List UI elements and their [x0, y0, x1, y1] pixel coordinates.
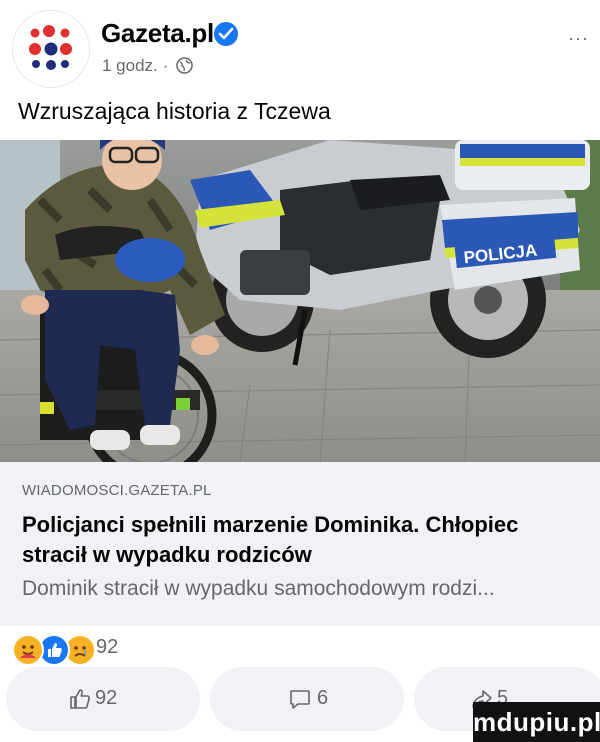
like-button[interactable]: 92 [6, 667, 200, 731]
comment-icon [290, 690, 310, 709]
verified-badge-icon [214, 22, 238, 46]
care-reaction-icon [12, 634, 44, 666]
more-options-icon[interactable]: ··· [568, 28, 589, 49]
post-text: Wzruszająca historia z Tczewa [18, 98, 331, 124]
meta-separator: · [162, 56, 169, 75]
watermark: mdupiu.pl [473, 702, 600, 742]
link-title[interactable]: Policjanci spełnili marzenie Dominika. C… [22, 510, 582, 570]
link-description[interactable]: Dominik stracił w wypadku samochodowym r… [22, 577, 592, 601]
page-name[interactable]: Gazeta.pl [101, 18, 214, 49]
link-domain[interactable]: WIADOMOSCI.GAZETA.PL [22, 482, 212, 499]
post-time[interactable]: 1 godz. [102, 56, 158, 75]
post-header: Gazeta.pl 1 godz. · ··· [0, 0, 600, 90]
post-meta: 1 godz. · [102, 56, 194, 76]
page-avatar[interactable] [12, 10, 90, 88]
globe-icon [176, 57, 194, 74]
post-photo[interactable]: POLICJA [0, 140, 600, 462]
gazeta-logo-icon [29, 25, 72, 70]
thumbs-up-icon [70, 689, 90, 709]
reaction-count[interactable]: 92 [96, 636, 118, 659]
comment-count: 6 [317, 687, 329, 709]
comment-button[interactable]: 6 [210, 667, 404, 731]
photo-illustration: POLICJA [0, 140, 600, 462]
like-count: 92 [95, 687, 118, 709]
